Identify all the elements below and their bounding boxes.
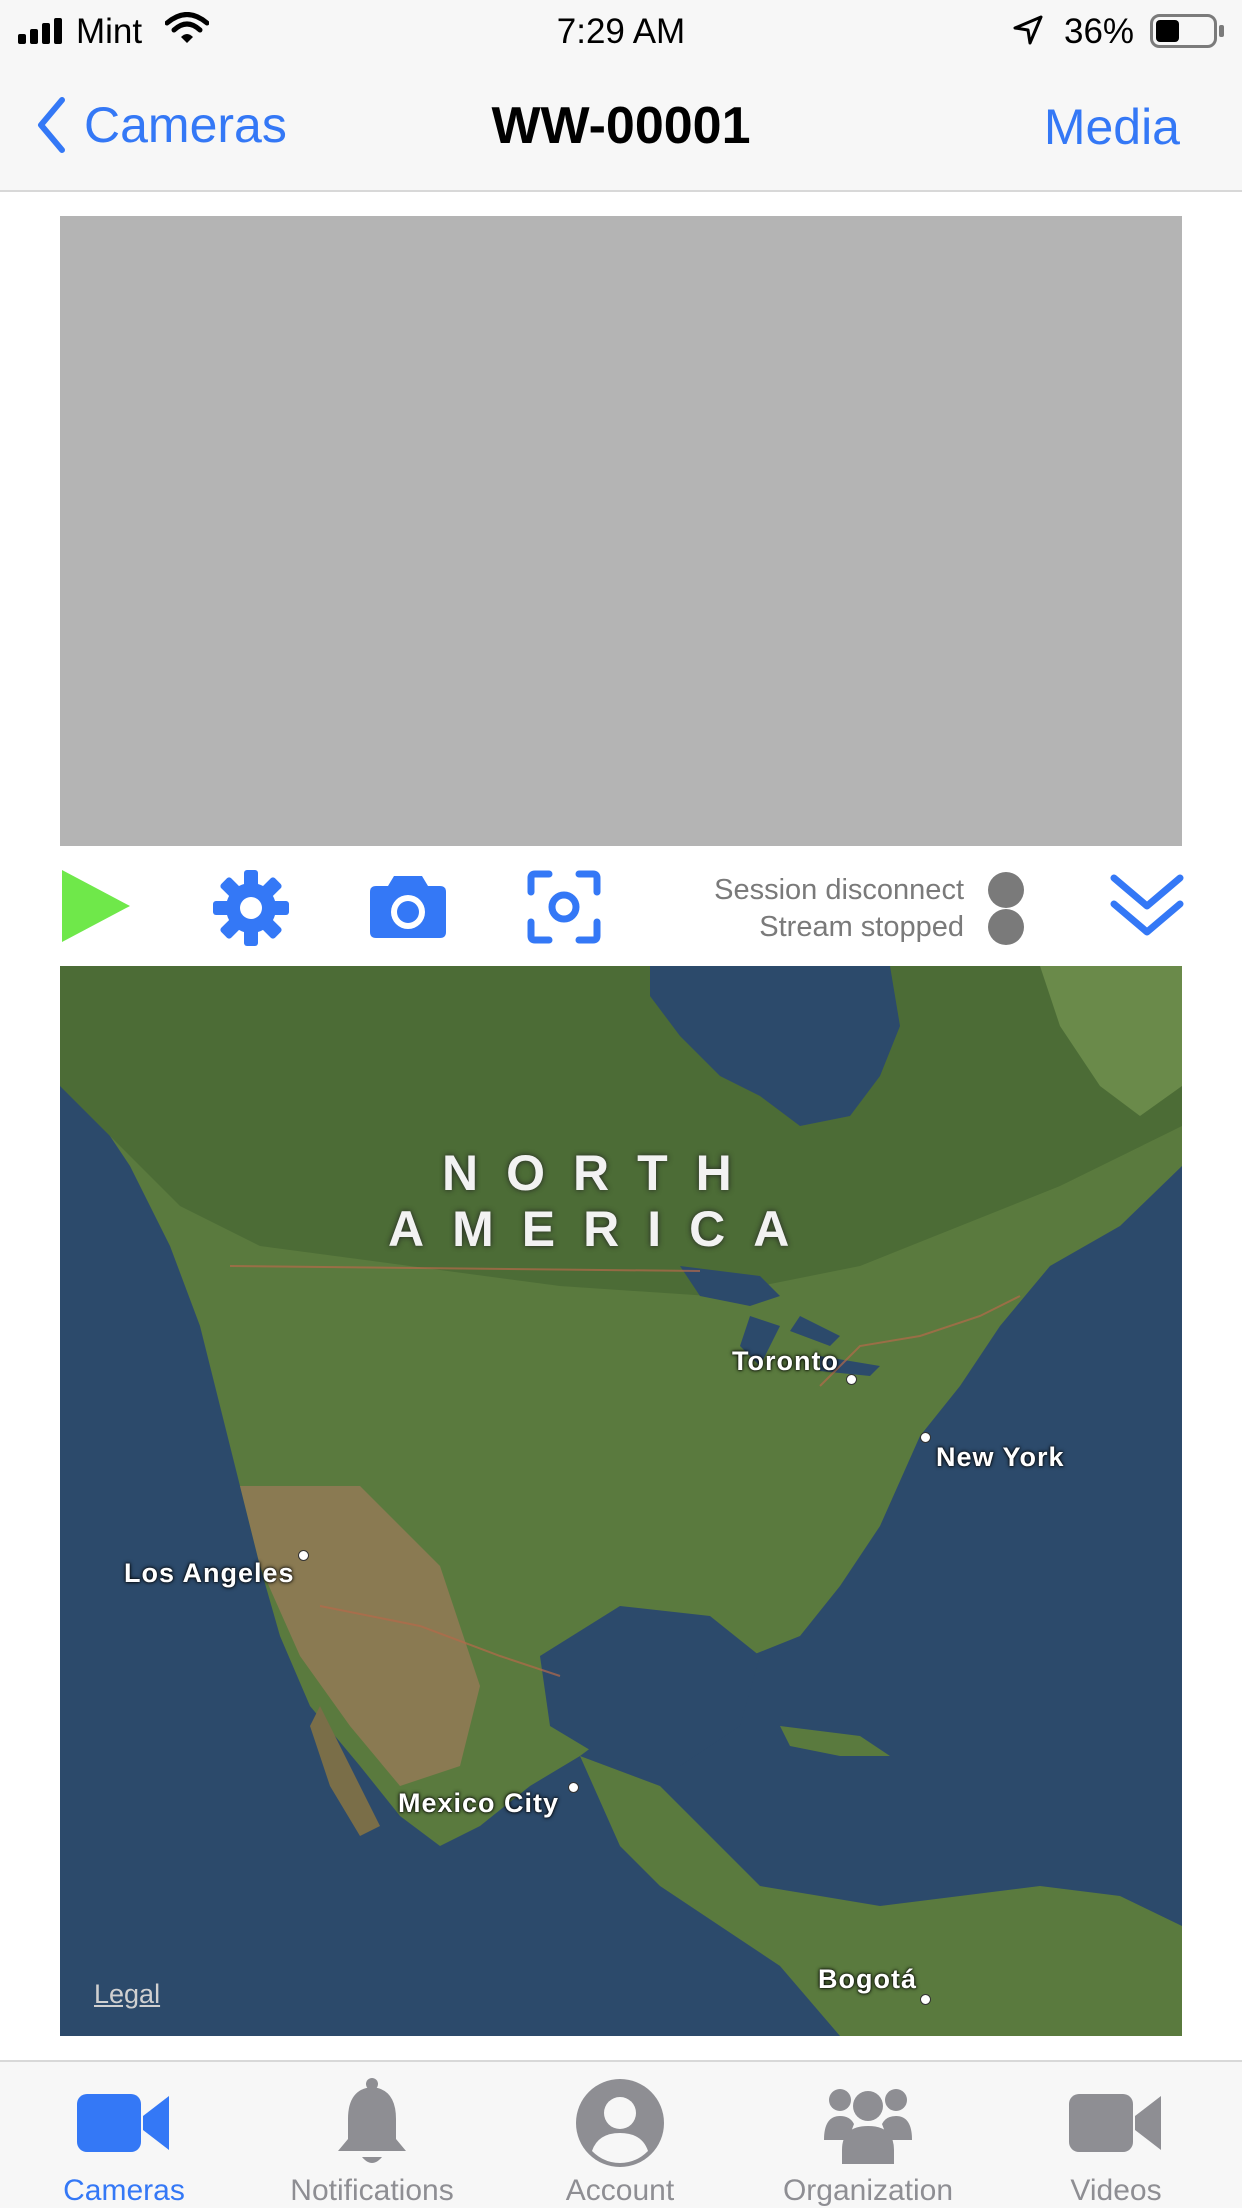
back-button-label: Cameras <box>84 97 287 153</box>
location-arrow-icon <box>1013 15 1043 45</box>
city-label-los-angeles: Los Angeles <box>124 1558 295 1588</box>
city-label-new-york: New York <box>936 1442 1065 1472</box>
camera-detail-screen: Mint 7:29 AM 36% Cameras WW-00001 Media <box>0 0 1242 2208</box>
organization-icon <box>824 2089 912 2164</box>
session-status-dot <box>988 872 1024 908</box>
city-label-mexico-city: Mexico City <box>398 1788 560 1818</box>
connection-status: Session disconnect Stream stopped <box>714 872 964 946</box>
session-status-text: Session disconnect <box>714 874 964 906</box>
double-chevron-down-button[interactable] <box>1110 872 1184 942</box>
tab-organization[interactable]: Organization <box>744 2074 992 2208</box>
chevron-left-icon <box>38 97 65 153</box>
tab-videos[interactable]: Videos <box>992 2074 1240 2208</box>
back-button[interactable]: Cameras <box>36 96 287 154</box>
city-label-toronto: Toronto <box>732 1346 839 1376</box>
battery-icon <box>1150 14 1224 48</box>
map-legal-link[interactable]: Legal <box>94 1979 160 2010</box>
tab-account[interactable]: Account <box>496 2074 744 2208</box>
video-stream-area[interactable] <box>60 216 1182 846</box>
tab-label: Videos <box>1070 2174 1162 2207</box>
map-terrain <box>60 966 1182 2036</box>
play-button[interactable] <box>62 870 130 942</box>
tab-label: Account <box>565 2174 675 2207</box>
video-camera-icon <box>1069 2094 1161 2152</box>
video-camera-icon <box>77 2094 169 2152</box>
status-indicators <box>988 872 1024 946</box>
city-marker-bogota <box>920 1994 931 2005</box>
city-marker-new-york <box>920 1432 931 1443</box>
stream-status-text: Stream stopped <box>759 911 964 943</box>
status-bar: Mint 7:29 AM 36% <box>0 0 1242 60</box>
clock: 7:29 AM <box>556 12 686 51</box>
bell-icon <box>338 2078 406 2163</box>
snapshot-camera-button[interactable] <box>370 870 446 940</box>
tab-bar: Cameras Notifications Account Organizati… <box>0 2060 1242 2208</box>
stream-status-dot <box>988 909 1024 945</box>
tab-label: Notifications <box>290 2174 454 2207</box>
account-icon <box>576 2079 664 2167</box>
satellite-map[interactable]: NORTH AMERICA Toronto New York Los Angel… <box>60 966 1182 2036</box>
settings-gear-button[interactable] <box>213 870 289 946</box>
tab-label: Cameras <box>63 2174 185 2207</box>
focus-frame-button[interactable] <box>527 870 601 944</box>
city-marker-toronto <box>846 1374 857 1385</box>
city-label-bogota: Bogotá <box>818 1964 917 1994</box>
tab-cameras[interactable]: Cameras <box>0 2074 248 2208</box>
navigation-bar: Cameras WW-00001 Media <box>0 60 1242 192</box>
tab-notifications[interactable]: Notifications <box>248 2074 496 2208</box>
battery-percentage: 36% <box>1064 12 1135 51</box>
tab-label: Organization <box>782 2174 954 2207</box>
city-marker-los-angeles <box>298 1550 309 1561</box>
media-button[interactable]: Media <box>1044 98 1180 156</box>
player-controls: Session disconnect Stream stopped <box>0 846 1242 966</box>
city-marker-mexico-city <box>568 1782 579 1793</box>
